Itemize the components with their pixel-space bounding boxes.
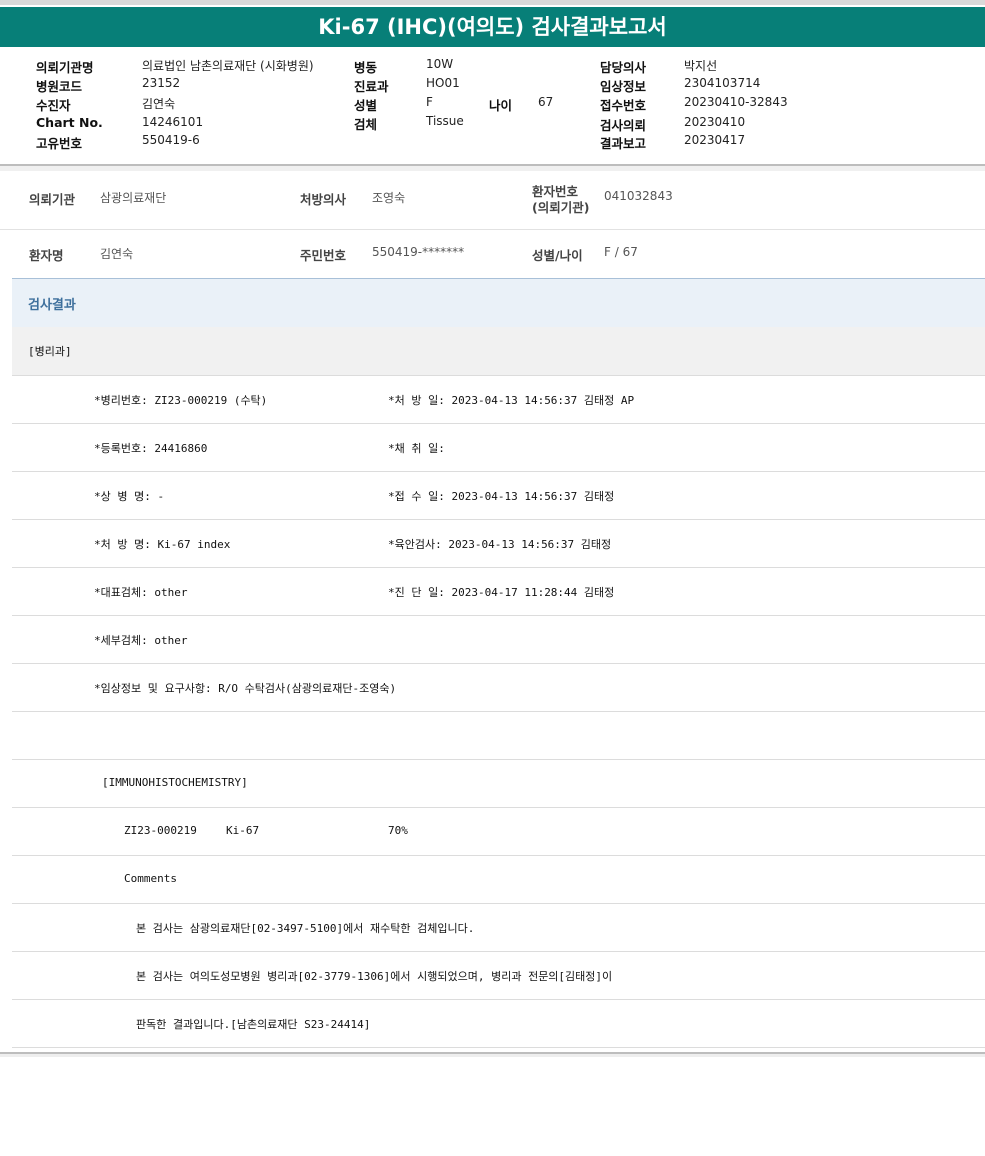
header-label-unique-no: 고유번호 xyxy=(36,136,83,151)
department-label: [병리과] xyxy=(28,345,72,358)
result-row-left: *임상정보 및 요구사항: R/O 수탁검사(삼광의료재단-조영숙) xyxy=(94,682,397,695)
header-label-patient: 수진자 xyxy=(36,98,71,113)
ihc-marker: Ki-67 xyxy=(226,824,260,837)
ihc-heading-row: [IMMUNOHISTOCHEMISTRY] xyxy=(12,760,985,808)
info-value-doctor: 조영숙 xyxy=(372,191,406,205)
report-title: Ki-67 (IHC)(여의도) 검사결과보고서 xyxy=(0,7,985,47)
result-row: *병리번호: ZI23-000219 (수탁) *처 방 일: 2023-04-… xyxy=(12,376,985,424)
result-row: *상 병 명: - *접 수 일: 2023-04-13 14:56:37 김태… xyxy=(12,472,985,520)
header-label-chart-no: Chart No. xyxy=(36,115,103,130)
info-label-rrn: 주민번호 xyxy=(300,248,347,263)
result-row: *세부검체: other xyxy=(12,616,985,664)
header-label-hospital-code: 병원코드 xyxy=(36,79,83,94)
comments-label: Comments xyxy=(124,872,177,885)
header-label-sex: 성별 xyxy=(354,98,378,113)
header-label-request-date: 검사의뢰 xyxy=(600,118,647,133)
info-label-sex-age: 성별/나이 xyxy=(532,248,583,263)
info-row-divider xyxy=(0,229,985,230)
comment-row: 본 검사는 삼광의료재단[02-3497-5100]에서 재수탁한 검체입니다. xyxy=(12,904,985,952)
info-label-org: 의뢰기관 xyxy=(29,192,76,207)
header-value-patient: 김연숙 xyxy=(142,97,176,111)
header-label-age: 나이 xyxy=(489,98,513,113)
result-heading: 검사결과 xyxy=(28,298,76,313)
header-value-org: 의료법인 남촌의료재단 (시화병원) xyxy=(142,59,314,73)
header-value-age: 67 xyxy=(538,95,554,109)
comment-text: 판독한 결과입니다.[남촌의료재단 S23-24414] xyxy=(136,1018,371,1031)
result-row-left: *병리번호: ZI23-000219 (수탁) xyxy=(94,394,268,407)
header-label-ward: 병동 xyxy=(354,60,378,75)
info-label-doctor: 처방의사 xyxy=(300,192,347,207)
header-value-unique-no: 550419-6 xyxy=(142,133,200,147)
comment-row: 본 검사는 여의도성모병원 병리과[02-3779-1306]에서 시행되었으며… xyxy=(12,952,985,1000)
result-heading-bar: 검사결과 xyxy=(12,278,985,328)
result-row-left: *등록번호: 24416860 xyxy=(94,442,208,455)
result-row-left: *상 병 명: - xyxy=(94,490,165,503)
result-row-right: *접 수 일: 2023-04-13 14:56:37 김태정 xyxy=(388,490,615,503)
header-value-accession-no: 20230410-32843 xyxy=(684,95,788,109)
info-value-name: 김연숙 xyxy=(100,247,134,261)
department-bar: [병리과] xyxy=(12,327,985,376)
ihc-specimen-id: ZI23-000219 xyxy=(124,824,197,837)
result-row-right: *육안검사: 2023-04-13 14:56:37 김태정 xyxy=(388,538,612,551)
result-row-right: *처 방 일: 2023-04-13 14:56:37 김태정 AP xyxy=(388,394,635,407)
header-value-hospital-code: 23152 xyxy=(142,76,181,90)
result-row: *임상정보 및 요구사항: R/O 수탁검사(삼광의료재단-조영숙) xyxy=(12,664,985,712)
header-label-clinical-info: 임상정보 xyxy=(600,79,647,94)
ihc-result-row: ZI23-000219 Ki-67 70% xyxy=(12,808,985,856)
result-row-left: *대표검체: other xyxy=(94,586,188,599)
header-value-department: HO01 xyxy=(426,76,460,90)
result-row-right: *채 취 일: xyxy=(388,442,445,455)
result-row: *처 방 명: Ki-67 index *육안검사: 2023-04-13 14… xyxy=(12,520,985,568)
footer-divider-shadow xyxy=(0,1054,985,1057)
header-value-clinical-info: 2304103714 xyxy=(684,76,761,90)
header-label-doctor: 담당의사 xyxy=(600,60,647,75)
header-divider-shadow xyxy=(0,166,985,171)
header-label-report-date: 결과보고 xyxy=(600,136,647,151)
header-value-doctor: 박지선 xyxy=(684,59,718,73)
header-label-department: 진료과 xyxy=(354,79,389,94)
ihc-heading: [IMMUNOHISTOCHEMISTRY] xyxy=(102,776,248,789)
header-label-specimen: 검체 xyxy=(354,117,378,132)
comment-row: 판독한 결과입니다.[남촌의료재단 S23-24414] xyxy=(12,1000,985,1048)
info-value-sex-age: F / 67 xyxy=(604,245,638,259)
comment-text: 본 검사는 여의도성모병원 병리과[02-3779-1306]에서 시행되었으며… xyxy=(136,970,613,983)
info-label-patient-no-sub: (의뢰기관) xyxy=(532,200,590,215)
result-row: *대표검체: other *진 단 일: 2023-04-17 11:28:44… xyxy=(12,568,985,616)
info-label-name: 환자명 xyxy=(29,248,64,263)
header-value-chart-no: 14246101 xyxy=(142,115,204,129)
ihc-value: 70% xyxy=(388,824,408,837)
info-value-rrn: 550419-******* xyxy=(372,245,465,259)
header-value-request-date: 20230410 xyxy=(684,115,746,129)
header-value-report-date: 20230417 xyxy=(684,133,746,147)
result-row-left: *처 방 명: Ki-67 index xyxy=(94,538,231,551)
info-value-org: 삼광의료재단 xyxy=(100,191,167,205)
header-label-accession-no: 접수번호 xyxy=(600,98,647,113)
comment-text: 본 검사는 삼광의료재단[02-3497-5100]에서 재수탁한 검체입니다. xyxy=(136,922,475,935)
header-label-org: 의뢰기관명 xyxy=(36,60,94,75)
header-value-specimen: Tissue xyxy=(426,114,464,128)
comments-label-row: Comments xyxy=(12,856,985,904)
blank-row xyxy=(12,712,985,760)
result-row: *등록번호: 24416860 *채 취 일: xyxy=(12,424,985,472)
header-value-ward: 10W xyxy=(426,57,454,71)
info-value-patient-no: 041032843 xyxy=(604,189,673,203)
result-row-right: *진 단 일: 2023-04-17 11:28:44 김태정 xyxy=(388,586,615,599)
header-value-sex: F xyxy=(426,95,433,109)
result-row-left: *세부검체: other xyxy=(94,634,188,647)
top-border xyxy=(0,0,985,5)
